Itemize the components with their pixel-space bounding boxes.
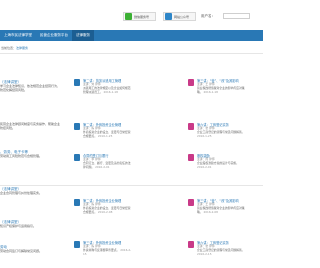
course-card[interactable]: 合同的签订与履行 主讲：李 律师 合同订立、履行、变更及违约责任的法律问题。 201… [74,153,134,177]
course-description: 营业税改增值税对企业的影响与应对策略。 2016-2-08 [197,206,245,214]
left-article-text: 知识产权保护与运用指引。 [0,224,37,228]
course-card[interactable]: 第三讲：“营”、“改”及其影响 主讲：王 律师 营业税改增值税对企业的影响与应对策略… [188,198,248,222]
left-article[interactable]: （法律讲堂） 知识产权保护与运用指引。 [0,220,60,228]
left-article[interactable]: 民营企业法律顾问制度与实务操作，帮助企业防控风险。 [0,122,60,130]
wechat-icon [125,13,132,20]
course-icon [188,79,194,86]
course-date: 2016-2-15 [83,248,132,256]
qr-icon [165,13,172,20]
wechat-service-label: 微信服务号 [134,14,150,19]
nav-item-legal-service[interactable]: 法律服务 [72,30,94,41]
course-icon [188,154,194,161]
course-date: 2016-2-08 [97,210,113,214]
course-date: 2016-1-25 [97,134,113,138]
course-card[interactable]: 第三讲：“营”、“改”及其影响 主讲：王 律师 营业税改增值税对企业的影响与应对策略… [188,78,248,102]
course-card[interactable]: 第三讲：外商投资企业管理 主讲：陈 律师 外资并购与反垄断审查要点。 2016-2-… [74,240,134,264]
wechat-service-badge[interactable]: 微信服务号 [123,12,156,21]
course-description: 派遣用工的法律规定以及企业如何规范管理派遣员工。 2016-1-18 [83,86,131,94]
divider [0,53,263,54]
wechat-site-label: 网站公众号 [174,14,190,19]
course-date: 2016-1-18 [203,90,218,94]
course-date: 2016-1-18 [103,90,118,94]
course-icon [188,123,194,130]
left-article[interactable]: （法律讲堂） 学习企业法律知识，依法规范企业经营行为，防范化解经营风险。 [0,80,60,92]
username-input[interactable] [223,13,250,19]
course-description: 外商投资企业的设立、变更与日常经营合规要点。 2016-2-08 [83,206,131,214]
course-icon [188,199,194,206]
breadcrumb-current[interactable]: 法律服务 [16,46,28,50]
course-description: 企业工商登记的流程与常见问题解答。 2016-2-15 [197,248,245,256]
course-description: 营业税改增值税对企业的影响与应对策略。 2016-1-18 [197,86,245,94]
breadcrumb: 当前位置：法律服务 [0,46,263,52]
course-date: 2016-2-08 [203,210,218,214]
course-description: 企业工商登记的流程与常见问题解答。 2016-1-25 [197,130,245,138]
breadcrumb-prefix: 当前位置： [1,46,17,50]
course-card[interactable]: 第六讲：工商登记实务 主讲：张 律师 企业工商登记的流程与常见问题解答。 2016-… [188,240,248,264]
course-icon [74,241,80,248]
course-icon [74,199,80,206]
username-label: 用户名： [201,14,215,18]
nav-item-law-school[interactable]: 上海市民法律学堂 [0,30,36,41]
course-date: 2016-2-01 [197,165,212,169]
left-article-text: 劳动用工风险防范与合规管理。 [0,154,43,158]
left-article[interactable]: 劳动 劳动合同签订与解除常见问题。 [0,245,60,253]
nav-item-enterprise-service[interactable]: 民营企业服务平台 [36,30,72,41]
course-card[interactable]: 第六讲：工商登记实务 主讲：张 律师 企业工商登记的流程与常见问题解答。 2016-… [188,122,248,146]
course-card[interactable]: 第二讲：外商投资企业管理 主讲：陈 律师 外商投资企业的设立、变更与日常经营合规要点… [74,198,134,222]
course-card[interactable]: 第二讲：外商投资企业管理 主讲：陈 律师 外商投资企业的设立、变更与日常经营合规要点… [74,122,134,146]
left-article-text: 劳动合同签订与解除常见问题。 [0,249,43,253]
divider [0,185,263,186]
left-article-text: 民营企业法律顾问制度与实务操作，帮助企业防控风险。 [0,122,60,130]
course-date: 2016-2-01 [95,165,110,169]
course-icon [188,241,194,248]
course-date: 2016-2-15 [197,252,212,256]
course-date: 2016-1-25 [197,134,212,138]
left-article-text: 学习企业法律知识，依法规范企业经营行为，防范化解经营风险。 [0,84,60,92]
left-article-text: 企业合同管理与纠纷处理实务。 [0,191,43,195]
course-icon [74,79,80,86]
course-description: 合同订立、履行、变更及违约责任的法律问题。 2016-2-01 [83,161,131,169]
course-description: 企业股权激励方案的设计与实施。 2016-2-01 [197,161,239,169]
top-header: 微信服务号 网站公众号 用户名： [0,0,263,27]
course-icon [74,123,80,130]
course-card[interactable]: 第二讲：劳务派遣用工管理 主讲：刘 律师 派遣用工的法律规定以及企业如何规范管理派遣… [74,78,134,102]
main-nav: 上海市民法律学堂 民营企业服务平台 法律服务 [0,30,263,41]
left-article[interactable]: 、劳务、电子卡等 劳动用工风险防范与合规管理。 [0,150,60,158]
wechat-site-badge[interactable]: 网站公众号 [163,12,196,21]
course-description: 外商投资企业的设立、变更与日常经营合规要点。 2016-1-25 [83,130,131,138]
course-description: 外资并购与反垄断审查要点。 2016-2-15 [83,248,132,256]
course-card[interactable]: 股权激励 主讲：周 律师 企业股权激励方案的设计与实施。 2016-2-01 [188,153,248,177]
course-icon [74,154,80,161]
left-article[interactable]: （法律讲堂） 企业合同管理与纠纷处理实务。 [0,187,60,195]
